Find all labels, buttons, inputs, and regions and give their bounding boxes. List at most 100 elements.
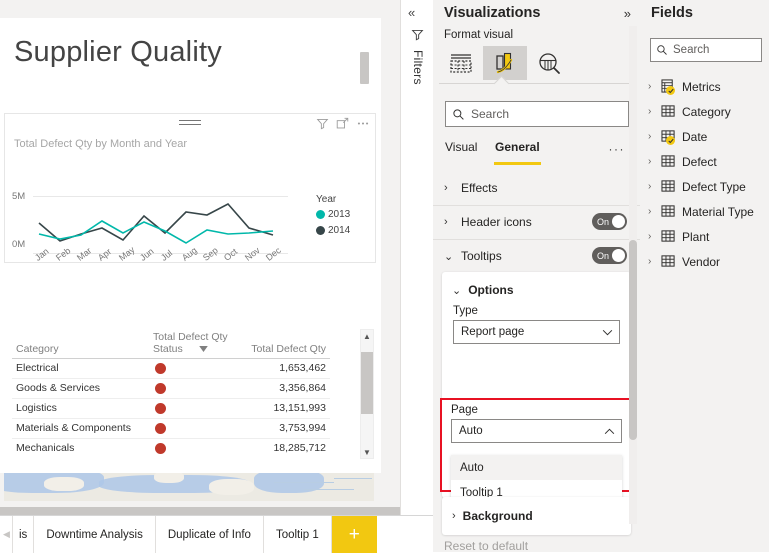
col-header-qty[interactable]: Total Defect Qty (243, 329, 330, 359)
legend-item-2014[interactable]: 2014 (316, 225, 368, 236)
fields-search-input[interactable]: Search (650, 38, 762, 62)
funnel-icon[interactable] (411, 28, 424, 44)
visualizations-scroll-thumb[interactable] (629, 240, 637, 440)
canvas-vertical-scrollbar[interactable] (360, 52, 369, 84)
magnifier-chart-icon (539, 53, 560, 74)
page-option-auto[interactable]: Auto (451, 455, 622, 480)
table-row[interactable]: Electrical 1,653,462 (12, 358, 330, 380)
filters-pane-collapsed[interactable]: « Filters (400, 0, 435, 515)
section-effects[interactable]: › Effects (433, 171, 640, 206)
cell-qty: 3,753,994 (243, 418, 330, 440)
table-visual[interactable]: Category Total Defect Qty Status Total D… (4, 325, 374, 465)
legend-title: Year (316, 194, 337, 205)
format-search-placeholder: Search (471, 107, 510, 121)
chevron-right-icon[interactable]: › (648, 256, 661, 267)
tab-format-visual[interactable] (483, 46, 527, 80)
scrollbar-thumb[interactable] (361, 352, 373, 414)
tab-general[interactable]: General (495, 140, 540, 154)
page-tab-downtime-analysis[interactable]: Downtime Analysis (33, 516, 156, 553)
line-chart-visual[interactable]: Total Defect Qty by Month and Year 5M 0M… (4, 113, 376, 263)
page-tab-duplicate-of-info[interactable]: Duplicate of Info (154, 516, 264, 553)
page-dropdown-value: Auto (459, 425, 483, 437)
format-search-input[interactable]: Search (445, 101, 629, 127)
type-dropdown-value: Report page (461, 326, 525, 338)
page-tab-clipped[interactable]: is (12, 516, 35, 553)
table-icon (661, 129, 678, 145)
chevron-right-icon[interactable]: › (648, 231, 661, 242)
field-item-plant[interactable]: › Plant (648, 224, 768, 249)
chevron-down-icon (602, 325, 613, 339)
filter-icon[interactable] (316, 117, 329, 130)
cell-qty: 13,151,993 (243, 398, 330, 420)
chevron-right-icon[interactable]: › (648, 206, 661, 217)
tab-analytics[interactable] (527, 46, 571, 80)
field-item-defect-type[interactable]: › Defect Type (648, 174, 768, 199)
table-vertical-scrollbar[interactable]: ▲ ▼ (360, 329, 374, 459)
tab-build-visual[interactable] (439, 46, 483, 80)
chevron-right-icon[interactable]: › (648, 131, 661, 142)
chevron-right-icon[interactable]: › (452, 510, 456, 522)
col-header-category[interactable]: Category (12, 329, 149, 359)
paintbrush-icon (496, 52, 513, 74)
cell-category: Logistics (12, 398, 149, 420)
page-dropdown[interactable]: Auto (451, 419, 622, 443)
cell-status (148, 398, 244, 420)
chevron-right-icon[interactable]: › (648, 156, 661, 167)
chevron-right-icon[interactable]: › (444, 216, 454, 228)
table-icon (661, 204, 678, 219)
chevron-right-icon[interactable]: › (648, 106, 661, 117)
canvas-horizontal-scrollbar[interactable] (0, 507, 400, 515)
chevron-double-right-icon[interactable]: » (624, 6, 631, 21)
chevron-right-icon[interactable]: › (648, 81, 661, 92)
page-field-highlight-box: Page Auto Auto Tooltip 1 (440, 398, 633, 505)
search-icon (657, 45, 667, 55)
table-row[interactable]: Mechanicals 18,285,712 (12, 439, 330, 459)
chevron-right-icon[interactable]: › (444, 182, 454, 194)
chevron-down-icon[interactable]: ⌄ (444, 250, 454, 263)
chevron-right-icon[interactable]: › (648, 181, 661, 192)
reset-to-default-link[interactable]: Reset to default (444, 539, 528, 553)
page-tab-tooltip-1[interactable]: Tooltip 1 (262, 516, 332, 553)
header-icons-toggle[interactable]: On (592, 213, 627, 230)
scroll-up-icon[interactable]: ▲ (361, 330, 373, 342)
fields-header: Fields (651, 5, 693, 21)
chevron-down-icon[interactable]: ⌄ (452, 284, 461, 297)
sub-tabs-more-icon[interactable]: ··· (609, 142, 626, 156)
field-item-date[interactable]: › Date (648, 124, 768, 149)
table-row[interactable]: Materials & Components 3,753,994 (12, 418, 330, 440)
report-canvas[interactable]: Supplier Quality Total Defect Qty by Mon… (0, 0, 400, 515)
section-tooltips[interactable]: ⌄ Tooltips On (433, 239, 640, 273)
more-options-icon[interactable] (356, 117, 370, 130)
status-dot-red-icon (154, 402, 166, 414)
tab-general-underline (494, 162, 541, 165)
legend-item-2013[interactable]: 2013 (316, 209, 368, 220)
cell-qty: 3,356,864 (243, 378, 330, 400)
drag-handle-icon[interactable] (179, 120, 201, 127)
status-dot-red-icon (154, 442, 166, 454)
tab-visual[interactable]: Visual (445, 140, 477, 154)
add-page-button[interactable]: + (331, 516, 377, 553)
field-item-defect[interactable]: › Defect (648, 149, 768, 174)
field-item-category[interactable]: › Category (648, 99, 768, 124)
scroll-down-icon[interactable]: ▼ (361, 446, 373, 458)
sort-descending-icon[interactable] (198, 343, 208, 355)
field-item-metrics[interactable]: › Metrics (648, 74, 768, 99)
subsection-options[interactable]: ⌄ Options (442, 277, 631, 303)
table-icon (661, 104, 678, 119)
field-item-vendor[interactable]: › Vendor (648, 249, 768, 274)
tooltips-toggle-state: On (597, 250, 610, 261)
map-visual[interactable] (4, 473, 374, 501)
background-card[interactable]: › Background (442, 497, 631, 535)
field-item-material-type[interactable]: › Material Type (648, 199, 768, 224)
table-row[interactable]: Goods & Services 3,356,864 (12, 378, 330, 400)
format-sub-tabs: Visual General ··· (445, 140, 631, 166)
chevron-double-left-icon[interactable]: « (408, 5, 415, 20)
section-header-icons[interactable]: › Header icons On (433, 205, 640, 240)
type-dropdown[interactable]: Report page (453, 320, 620, 344)
col-header-status[interactable]: Total Defect Qty Status (149, 329, 243, 359)
tooltips-toggle[interactable]: On (592, 247, 627, 264)
section-label-header-icons: Header icons (461, 215, 532, 229)
table-row[interactable]: Logistics 13,151,993 (12, 398, 330, 420)
focus-mode-icon[interactable] (336, 117, 349, 130)
format-visual-label: Format visual (444, 29, 514, 41)
